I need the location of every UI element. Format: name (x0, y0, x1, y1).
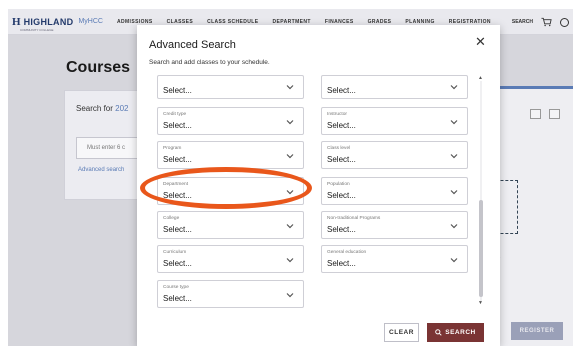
screen: H HIGHLAND MyHCC COMMUNITY COLLEGE ADMIS… (0, 0, 573, 346)
select-value: Select... (163, 259, 192, 268)
nav-item-class-schedule[interactable]: CLASS SCHEDULE (207, 19, 258, 25)
select-value: Select... (163, 86, 192, 95)
select-value: Select... (163, 294, 192, 303)
select-value: Select... (327, 121, 356, 130)
nav-item-planning[interactable]: PLANNING (405, 19, 434, 25)
select-value: Select... (327, 191, 356, 200)
search-for-label: Search for 202 (76, 104, 129, 113)
chevron-down-icon (450, 120, 458, 125)
select-value: Select... (163, 155, 192, 164)
select-label: Population (327, 182, 350, 187)
nav-item-department[interactable]: DEPARTMENT (273, 19, 311, 25)
help-icon[interactable] (560, 17, 569, 27)
instructor-select[interactable]: Instructor Select... (321, 107, 468, 135)
course-type-select[interactable]: Course type Select... (157, 280, 304, 308)
program-select[interactable]: Program Select... (157, 141, 304, 169)
logo-mark: H (12, 15, 21, 28)
nav-item-classes[interactable]: CLASSES (167, 19, 193, 25)
select-value: Select... (163, 225, 192, 234)
curriculum-select[interactable]: Curriculum Select... (157, 245, 304, 273)
select-label: Course type (163, 285, 189, 290)
chevron-down-icon (286, 154, 294, 159)
advanced-search-modal: Advanced Search Search and add classes t… (137, 25, 500, 346)
chevron-down-icon (286, 190, 294, 195)
chevron-down-icon (450, 154, 458, 159)
select-label: Instructor (327, 112, 347, 117)
select-label: Credit type (163, 112, 187, 117)
filter-select[interactable]: Select... (157, 75, 304, 99)
select-label: Program (163, 146, 182, 151)
general-education-select[interactable]: General education Select... (321, 245, 468, 273)
register-button[interactable]: REGISTER (511, 322, 563, 340)
credit-type-select[interactable]: Credit type Select... (157, 107, 304, 135)
chevron-down-icon (286, 293, 294, 298)
grid-view-icon[interactable] (549, 109, 560, 119)
page-title: Courses (66, 59, 131, 76)
population-select[interactable]: Population Select... (321, 177, 468, 205)
search-term-link[interactable]: 202 (115, 104, 128, 113)
nav-item-finances[interactable]: FINANCES (325, 19, 354, 25)
modal-title: Advanced Search (149, 39, 236, 51)
modal-subtitle: Search and add classes to your schedule. (149, 59, 270, 66)
chevron-down-icon (450, 85, 458, 90)
search-for-text: Search for (76, 104, 113, 113)
main-nav: ADMISSIONS CLASSES CLASS SCHEDULE DEPART… (117, 19, 491, 25)
chevron-down-icon (286, 224, 294, 229)
select-value: Select... (327, 155, 356, 164)
nav-item-registration[interactable]: REGISTRATION (449, 19, 491, 25)
select-label: General education (327, 250, 367, 255)
chevron-down-icon (450, 224, 458, 229)
department-select[interactable]: Department Select... (157, 177, 304, 205)
non-traditional-programs-select[interactable]: Non-traditional Programs Select... (321, 211, 468, 239)
nav-item-grades[interactable]: GRADES (368, 19, 392, 25)
search-button-label: SEARCH (445, 329, 476, 336)
cart-icon[interactable] (541, 17, 552, 27)
close-icon[interactable]: ✕ (475, 35, 486, 48)
select-label: Curriculum (163, 250, 187, 255)
college-logo[interactable]: H HIGHLAND MyHCC (8, 16, 103, 28)
modal-scrollbar[interactable]: ▲ ▼ (478, 75, 484, 307)
topbar-actions: SEARCH (512, 9, 573, 35)
filters-scroll-area[interactable]: Select... Select... Credit type Select..… (157, 73, 487, 310)
header-search-link[interactable]: SEARCH (512, 19, 533, 25)
logo-text: HIGHLAND (23, 16, 74, 27)
select-value: Select... (163, 191, 192, 200)
select-label: College (163, 216, 180, 221)
chevron-down-icon (286, 258, 294, 263)
nav-item-admissions[interactable]: ADMISSIONS (117, 19, 153, 25)
scroll-thumb[interactable] (479, 200, 483, 297)
select-value: Select... (163, 121, 192, 130)
chevron-down-icon (286, 120, 294, 125)
chevron-down-icon (450, 258, 458, 263)
select-label: Non-traditional Programs (327, 216, 381, 221)
clear-button[interactable]: CLEAR (384, 323, 419, 342)
select-label: Class level (327, 146, 351, 151)
chevron-down-icon (286, 85, 294, 90)
select-value: Select... (327, 225, 356, 234)
select-value: Select... (327, 259, 356, 268)
advanced-search-link[interactable]: Advanced search (78, 167, 124, 173)
logo-subtext: COMMUNITY COLLEGE (20, 28, 54, 32)
logo-suffix: MyHCC (78, 18, 103, 25)
filter-select[interactable]: Select... (321, 75, 468, 99)
list-view-icon[interactable] (530, 109, 541, 119)
college-select[interactable]: College Select... (157, 211, 304, 239)
search-button[interactable]: SEARCH (427, 323, 484, 342)
class-level-select[interactable]: Class level Select... (321, 141, 468, 169)
chevron-down-icon (450, 190, 458, 195)
search-icon (435, 329, 442, 336)
select-label: Department (163, 182, 189, 187)
scroll-down-icon[interactable]: ▼ (478, 300, 483, 306)
select-value: Select... (327, 86, 356, 95)
course-search-input[interactable]: Must enter 6 c (76, 137, 138, 159)
